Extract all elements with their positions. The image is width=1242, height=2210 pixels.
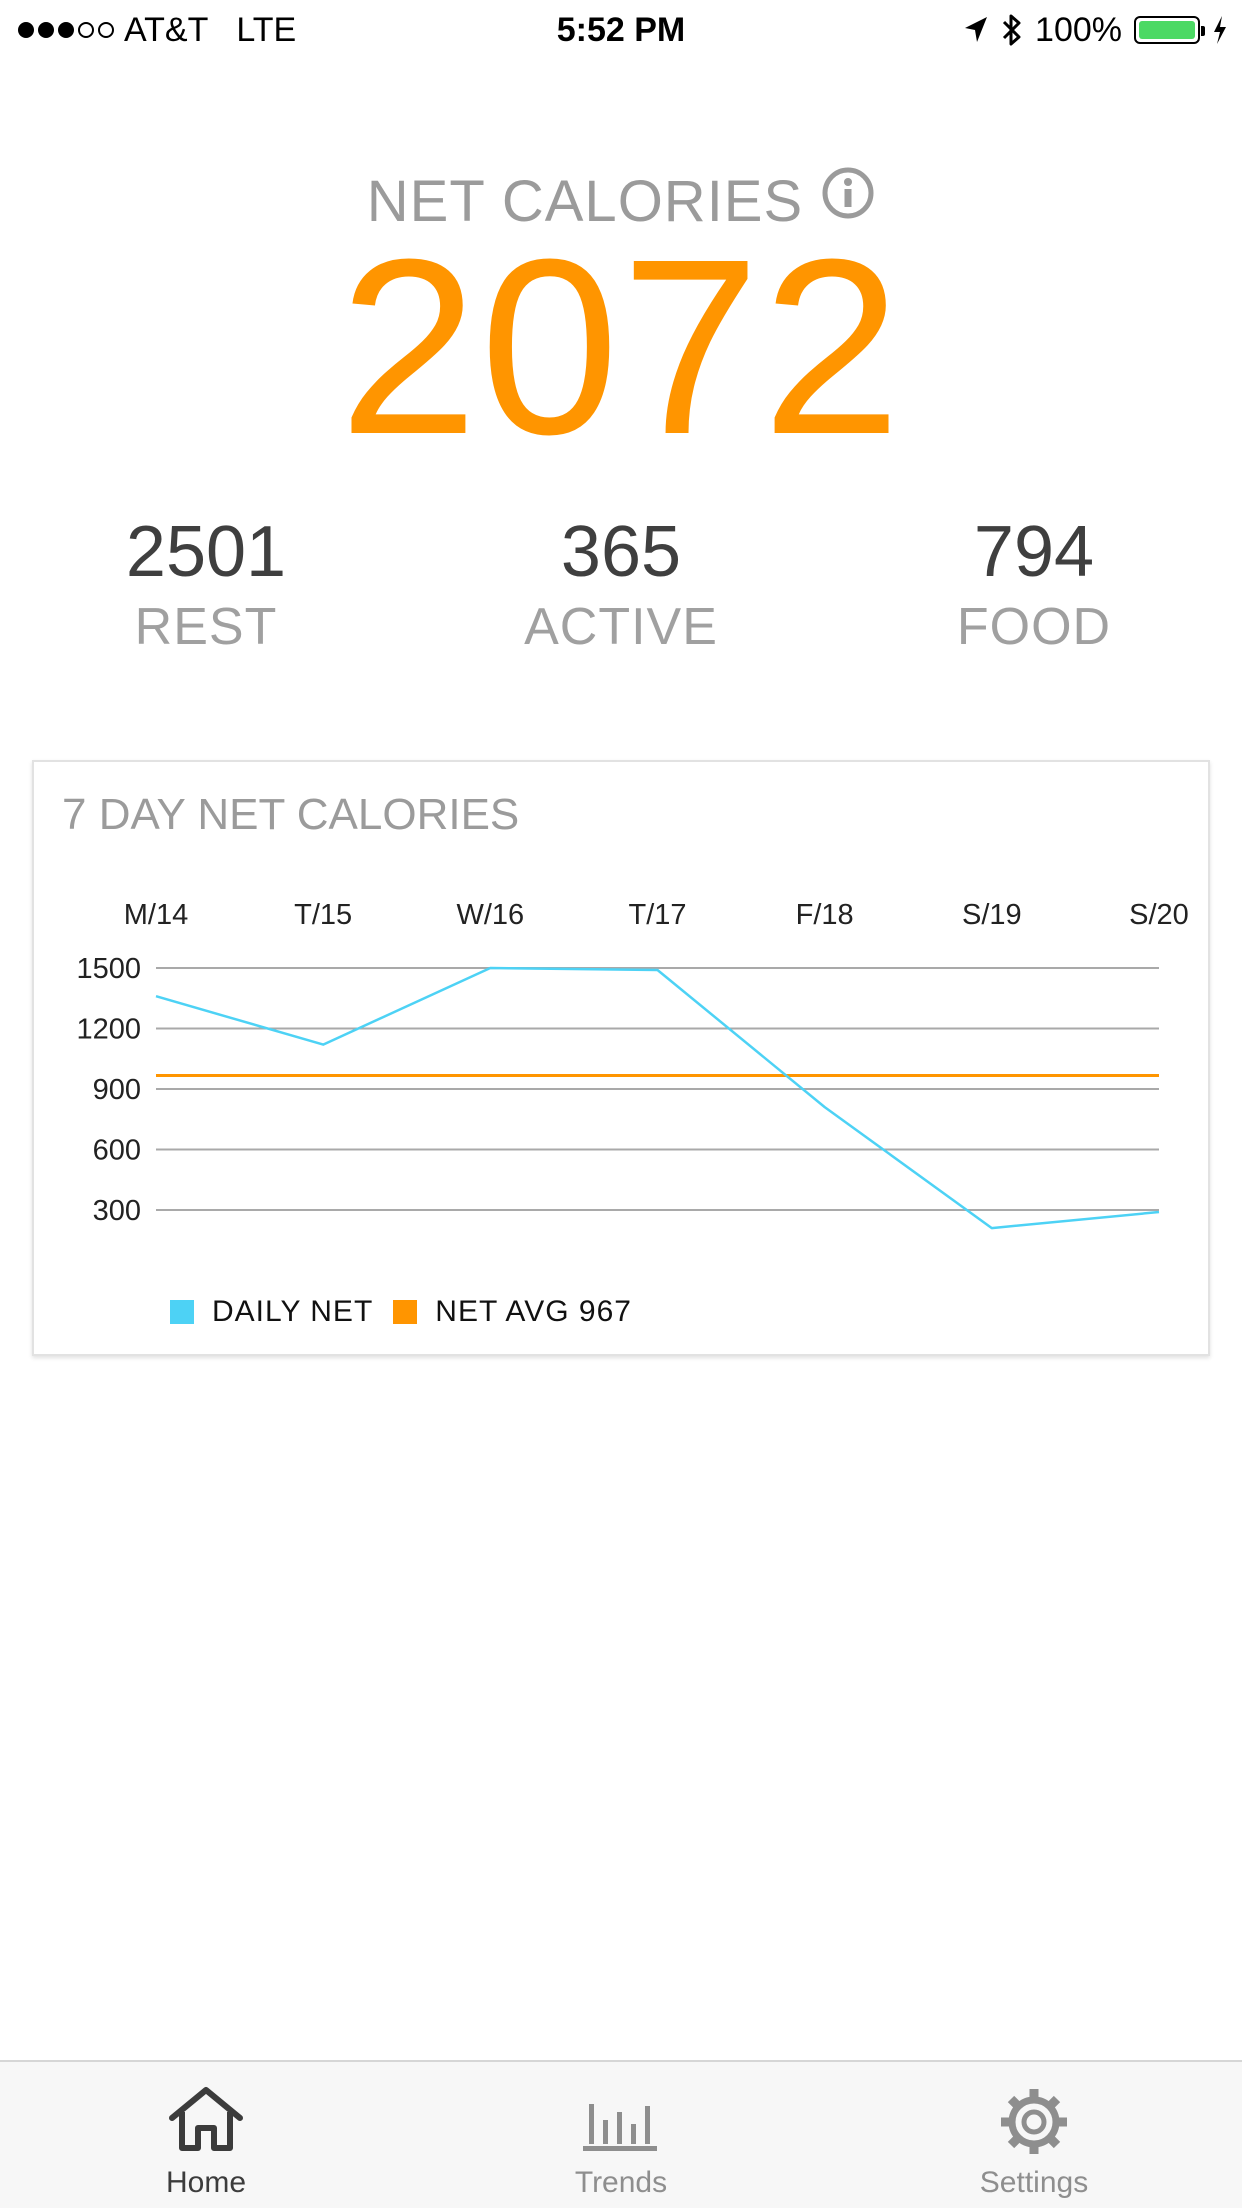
tab-settings-label: Settings bbox=[884, 2166, 1184, 2200]
tab-home-label: Home bbox=[56, 2166, 356, 2200]
tab-bar: Home Trends bbox=[0, 2060, 1242, 2208]
legend-swatch-daily-net bbox=[170, 1300, 194, 1324]
stat-active-value: 365 bbox=[471, 510, 771, 594]
stat-rest-value: 2501 bbox=[56, 510, 356, 594]
series-line-daily-net bbox=[156, 968, 1159, 1228]
legend-label-net-avg: NET AVG 967 bbox=[435, 1295, 632, 1329]
stat-rest-label: REST bbox=[56, 594, 356, 660]
calorie-breakdown: 2501 REST 365 ACTIVE 794 FOOD bbox=[0, 510, 1242, 660]
home-icon bbox=[166, 2084, 246, 2154]
tab-settings[interactable]: Settings bbox=[884, 2062, 1184, 2210]
stat-food-label: FOOD bbox=[884, 594, 1184, 660]
x-tick-label: T/17 bbox=[628, 899, 686, 931]
battery-nub bbox=[1201, 26, 1205, 36]
legend-swatch-net-avg bbox=[393, 1300, 417, 1324]
legend-label-daily-net: DAILY NET bbox=[212, 1295, 373, 1329]
bar-chart-icon bbox=[581, 2084, 661, 2154]
status-bar: AT&T LTE 5:52 PM 100% bbox=[0, 0, 1242, 60]
line-chart: 1500 1200 900 600 300 M/14 T/15 W/16 T/17 F/18 S/1… bbox=[34, 762, 1208, 1354]
tab-trends-label: Trends bbox=[471, 2166, 771, 2200]
stat-rest: 2501 REST bbox=[56, 510, 356, 660]
status-right: 100% bbox=[963, 8, 1228, 52]
y-tick-label: 1200 bbox=[76, 1014, 141, 1046]
battery-level bbox=[1139, 21, 1195, 39]
y-tick-label: 1500 bbox=[76, 953, 141, 985]
tab-trends[interactable]: Trends bbox=[471, 2062, 771, 2210]
x-tick-label: T/15 bbox=[294, 899, 352, 931]
y-tick-label: 600 bbox=[93, 1135, 141, 1167]
battery-percent: 100% bbox=[1035, 11, 1122, 50]
x-tick-label: S/19 bbox=[962, 899, 1022, 931]
charging-bolt-icon bbox=[1212, 15, 1228, 45]
net-calories-value: 2072 bbox=[0, 222, 1242, 472]
x-tick-label: W/16 bbox=[456, 899, 524, 931]
stat-food-value: 794 bbox=[884, 510, 1184, 594]
stat-food: 794 FOOD bbox=[884, 510, 1184, 660]
tab-home[interactable]: Home bbox=[56, 2062, 356, 2210]
gear-icon bbox=[994, 2084, 1074, 2154]
net-calories-chart-card: 7 DAY NET CALORIES 15001200900600300M/14… bbox=[32, 760, 1210, 1356]
battery-icon bbox=[1134, 16, 1200, 44]
x-tick-label: F/18 bbox=[796, 899, 854, 931]
stat-active: 365 ACTIVE bbox=[471, 510, 771, 660]
chart-legend: DAILY NET NET AVG 967 bbox=[170, 1292, 652, 1332]
x-tick-label: S/20 bbox=[1129, 899, 1189, 931]
bluetooth-icon bbox=[1001, 13, 1023, 47]
stat-active-label: ACTIVE bbox=[471, 594, 771, 660]
x-tick-label: M/14 bbox=[124, 899, 188, 931]
location-arrow-icon bbox=[963, 15, 989, 45]
y-tick-label: 300 bbox=[93, 1195, 141, 1227]
y-tick-label: 900 bbox=[93, 1074, 141, 1106]
